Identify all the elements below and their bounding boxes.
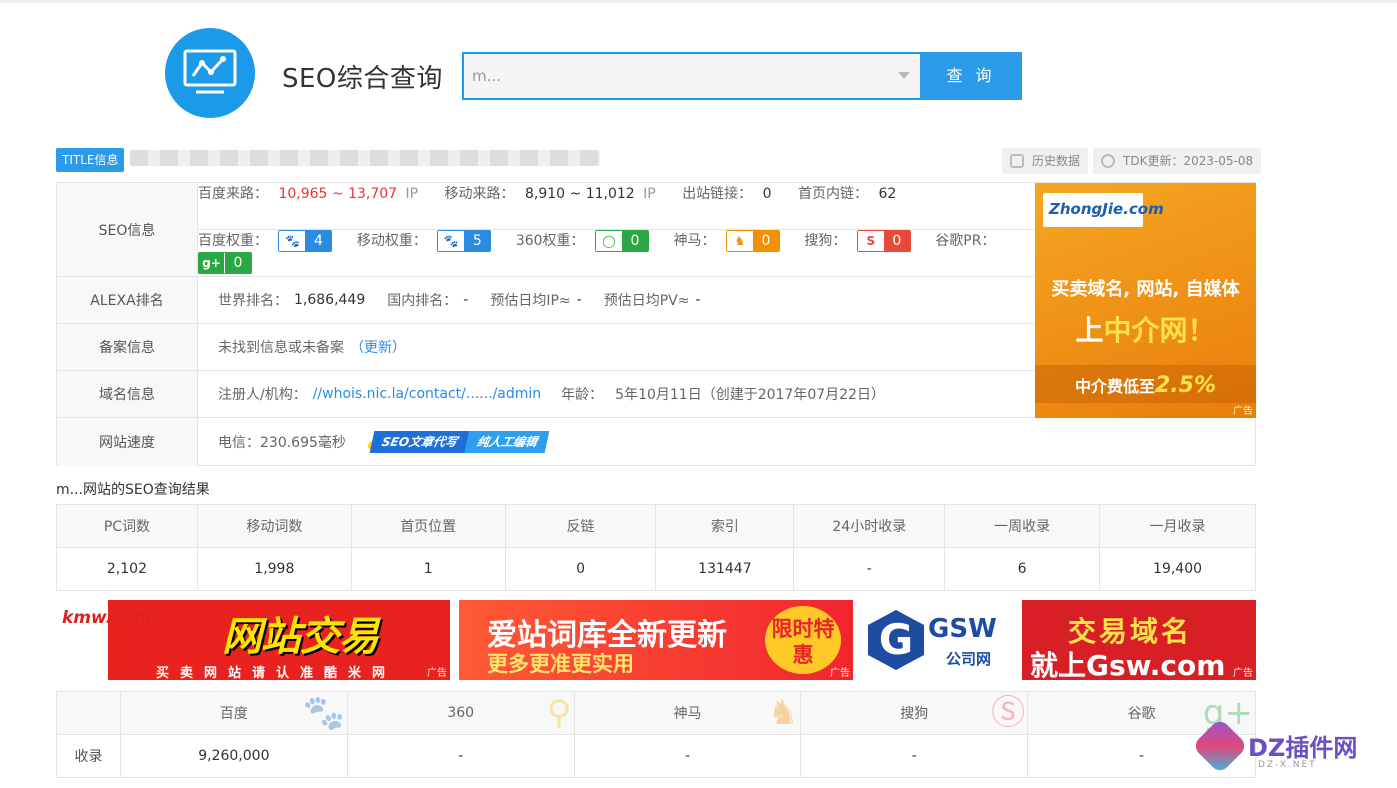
search-box[interactable] <box>462 52 922 100</box>
table-cell: - <box>800 734 1029 778</box>
zhongjie-logo: ZhongJie.com <box>1043 193 1164 227</box>
traffic-row: 百度来路： 10,965 ~ 13,707 IP 移动来路： 8,910 ~ 1… <box>198 183 1035 230</box>
paw-icon: 🐾 <box>438 231 465 251</box>
table-cell: - <box>793 547 946 591</box>
table-cell: - <box>573 734 802 778</box>
sogou-icon: S <box>857 231 884 251</box>
outlinks-value: 0 <box>762 186 772 202</box>
result-title: m...网站的SEO查询结果 <box>56 482 210 498</box>
alexa-row: ALEXA排名 世界排名： 1,686,449 国内排名： - 预估日均IP≈ … <box>57 277 1035 324</box>
search-engine-table: 百度 🐾 360 ⚲ 神马 ♞ 搜狗 Ⓢ 谷歌 g+ 收录 9,260,000 - - -… <box>56 691 1256 778</box>
refresh-icon <box>1101 154 1115 168</box>
domain-row: 域名信息 注册人/机构： //whois.nic.la/contact/....… <box>57 371 1035 418</box>
info-table: SEO信息 百度来路： 10,965 ~ 13,707 IP 移动来路： 8,9… <box>56 182 1256 466</box>
table-header: 神马 ♞ <box>573 691 802 735</box>
google-pr-badge[interactable]: g+ 0 <box>198 252 252 274</box>
table-header-row: PC词数 移动词数 首页位置 反链 索引 24小时收录 一周收录 一月收录 <box>56 504 1256 548</box>
kmw-banner-ad[interactable]: kmw.com 网站交易 买卖网站请认准酷米网 广告 <box>56 600 450 680</box>
ad-mark: 广告 <box>1233 406 1253 417</box>
mobile-traffic-value: 8,910 ~ 11,012 <box>525 186 635 202</box>
top-border <box>0 0 1397 3</box>
google-plus-icon: g+ <box>199 253 225 273</box>
360-icon: ⚲ <box>546 693 572 733</box>
shenma-weight-badge[interactable]: ♞ 0 <box>725 230 780 252</box>
weights-row: 百度权重： 🐾 4 移动权重： 🐾 5 360权重： ◯ 0 神马： ♞ 0 搜狗： S… <box>198 230 1035 277</box>
table-header: PC词数 <box>56 504 198 548</box>
360-weight-badge[interactable]: ◯ 0 <box>595 230 649 252</box>
search-input[interactable] <box>472 62 872 90</box>
table-header: 百度 🐾 <box>119 691 348 735</box>
page-title: SEO综合查询 <box>282 64 443 94</box>
layers-icon <box>1010 154 1024 168</box>
paw-icon: 🐾 <box>279 231 306 251</box>
table-row: 收录 9,260,000 - - - - <box>56 734 1256 778</box>
search-button[interactable]: 查 询 <box>920 52 1022 100</box>
dropdown-caret-icon[interactable] <box>898 72 910 79</box>
baidu-weight-badge[interactable]: 🐾 4 <box>278 230 333 252</box>
table-header: 索引 <box>655 504 795 548</box>
domain-label: 域名信息 <box>57 371 198 417</box>
aizhan-banner-ad[interactable]: 爱站词库全新更新 更多更准更实用 限时特惠 广告 <box>459 600 853 680</box>
shenma-icon: ♞ <box>767 693 799 733</box>
seo-logo-icon <box>165 28 255 118</box>
table-cell[interactable]: 6 <box>944 547 1101 591</box>
table-header: 一周收录 <box>944 504 1101 548</box>
icp-row: 备案信息 未找到信息或未备案 （更新） <box>57 324 1035 371</box>
world-rank-value: 1,686,449 <box>294 292 366 308</box>
sogou-weight-badge[interactable]: S0 <box>856 230 911 252</box>
redacted-title <box>130 150 600 166</box>
table-cell[interactable]: 131447 <box>655 547 795 591</box>
title-info-tag: TITLE信息 <box>56 148 125 172</box>
gsw-logo-icon: G <box>868 610 924 670</box>
alexa-label: ALEXA排名 <box>57 277 198 323</box>
table-header: 搜狗 Ⓢ <box>800 691 1029 735</box>
table-header: 24小时收录 <box>793 504 946 548</box>
seo-info-label: SEO信息 <box>57 183 198 276</box>
shenma-icon: ♞ <box>726 231 753 251</box>
gsw-banner-ad[interactable]: G GSW 公司网 交易域名 就上Gsw.com 广告 <box>862 600 1256 680</box>
row-label: 收录 <box>56 734 121 778</box>
table-cell[interactable]: 19,400 <box>1099 547 1256 591</box>
table-header: 一月收录 <box>1099 504 1256 548</box>
icp-update-link[interactable]: （更新） <box>350 337 406 357</box>
table-cell: - <box>346 734 575 778</box>
360-icon: ◯ <box>596 231 622 251</box>
history-data-button[interactable]: 历史数据 <box>1002 148 1089 174</box>
table-header: 反链 <box>504 504 657 548</box>
table-row: 2,102 1,998 1 0 131447 - 6 19,400 <box>56 547 1256 591</box>
domain-age-value: 5年10月11日（创建于2017年07月22日） <box>615 387 885 403</box>
speed-value: 电信：230.695毫秒 <box>218 435 346 451</box>
icp-label: 备案信息 <box>57 324 198 370</box>
table-header-row: 百度 🐾 360 ⚲ 神马 ♞ 搜狗 Ⓢ 谷歌 g+ <box>56 691 1256 735</box>
whois-link[interactable]: //whois.nic.la/contact/....../admin <box>313 386 541 402</box>
seo-writing-ad[interactable]: SEO文章代写 纯人工编辑 <box>367 431 550 453</box>
zhongjie-side-ad[interactable]: ZhongJie.com 买卖域名, 网站, 自媒体 上中介网！ 中介费低至2.… <box>1035 183 1256 418</box>
paw-icon: 🐾 <box>302 693 345 733</box>
speed-label: 网站速度 <box>57 418 198 466</box>
baidu-traffic-value: 10,965 ~ 13,707 <box>278 186 398 202</box>
table-cell[interactable]: 1,998 <box>196 547 352 591</box>
tdk-update-button[interactable]: TDK更新：2023-05-08 <box>1093 148 1262 174</box>
table-header: 移动词数 <box>196 504 352 548</box>
table-header: 首页位置 <box>350 504 506 548</box>
table-header <box>56 691 121 735</box>
seo-stats-table: PC词数 移动词数 首页位置 反链 索引 24小时收录 一周收录 一月收录 2,… <box>56 504 1256 591</box>
speed-row: 网站速度 电信：230.695毫秒 SEO文章代写 纯人工编辑 <box>57 418 1255 466</box>
homepage-links-value: 62 <box>878 186 897 202</box>
table-cell[interactable]: 1 <box>350 547 506 591</box>
sogou-icon: Ⓢ <box>991 693 1026 733</box>
dz-watermark: DZ插件网 DZ-X.NET <box>1191 717 1386 778</box>
table-cell[interactable]: 2,102 <box>56 547 198 591</box>
table-cell[interactable]: 9,260,000 <box>119 734 348 778</box>
dz-logo-icon <box>1191 717 1249 775</box>
table-header: 360 ⚲ <box>346 691 575 735</box>
mobile-weight-badge[interactable]: 🐾 5 <box>437 230 492 252</box>
table-cell[interactable]: 0 <box>504 547 657 591</box>
